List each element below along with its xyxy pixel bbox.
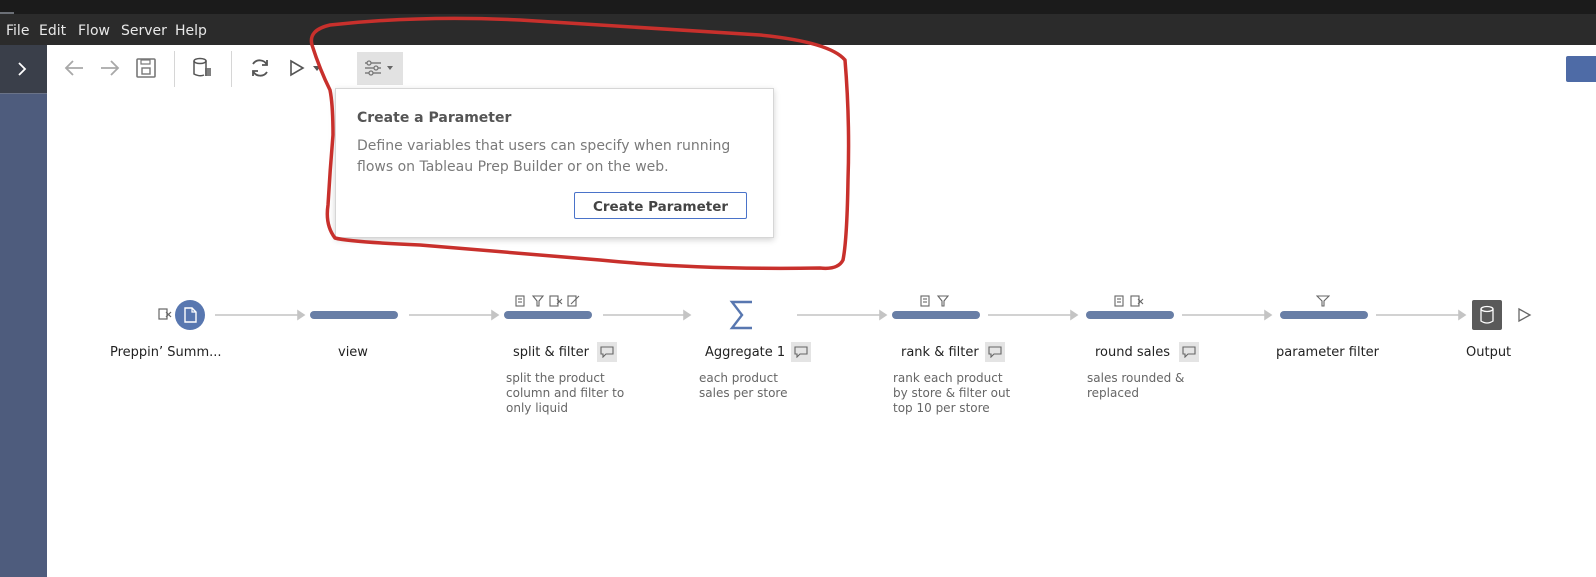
remove-field-icon [158, 308, 172, 320]
flow-step-description: split the product column and filter to o… [506, 371, 625, 415]
flow-step-label: rank & filter [901, 345, 979, 360]
popover-title: Create a Parameter [357, 110, 512, 126]
popover-description: Define variables that users can specify … [357, 138, 731, 175]
input-file-icon[interactable] [175, 300, 205, 330]
comment-icon [1182, 346, 1196, 358]
flow-step-label: round sales [1095, 345, 1170, 360]
connector-arrow [1264, 309, 1273, 321]
clean-step-bar[interactable] [1086, 311, 1174, 319]
create-parameter-popover: Create a Parameter Define variables that… [335, 88, 774, 238]
comment-icon [988, 346, 1002, 358]
filter-icon [1316, 295, 1330, 307]
output-database-icon[interactable] [1472, 300, 1502, 330]
connector-arrow [1458, 309, 1467, 321]
comment-button[interactable] [1179, 342, 1199, 362]
comment-button[interactable] [597, 342, 617, 362]
comment-icon [600, 346, 614, 358]
connector-arrow [879, 309, 888, 321]
flow-connectors [215, 309, 1467, 321]
flow-step-label: parameter filter [1276, 345, 1380, 360]
run-output-icon[interactable] [1516, 307, 1532, 323]
flow-step-label: view [338, 345, 368, 360]
flow-step-description: sales rounded & replaced [1087, 371, 1185, 400]
filter-icon [531, 295, 545, 307]
connector-arrow [297, 309, 306, 321]
comment-icon [794, 346, 808, 358]
flow-step-label: Preppin’ Summ... [110, 345, 222, 360]
change-icons [1114, 295, 1144, 307]
connector-arrow [683, 309, 692, 321]
change-icons [515, 295, 580, 307]
comment-button[interactable] [985, 342, 1005, 362]
clean-step-bar[interactable] [504, 311, 592, 319]
flow-step-label: split & filter [513, 345, 589, 360]
change-icons [920, 295, 950, 307]
flow-step-label: Aggregate 1 [705, 345, 786, 360]
create-parameter-button[interactable]: Create Parameter [574, 192, 747, 219]
flow-step-description: rank each product by store & filter out … [893, 371, 1011, 415]
clean-step-bar[interactable] [1280, 311, 1368, 319]
clean-step-bar[interactable] [310, 311, 398, 319]
flow-step-description: each product sales per store [699, 371, 788, 400]
sigma-icon[interactable] [729, 298, 755, 332]
flow-step-label: Output [1466, 345, 1512, 360]
clean-step-bar[interactable] [892, 311, 980, 319]
connector-arrow [1070, 309, 1079, 321]
connector-arrow [491, 309, 500, 321]
filter-icon [936, 295, 950, 307]
comment-button[interactable] [791, 342, 811, 362]
